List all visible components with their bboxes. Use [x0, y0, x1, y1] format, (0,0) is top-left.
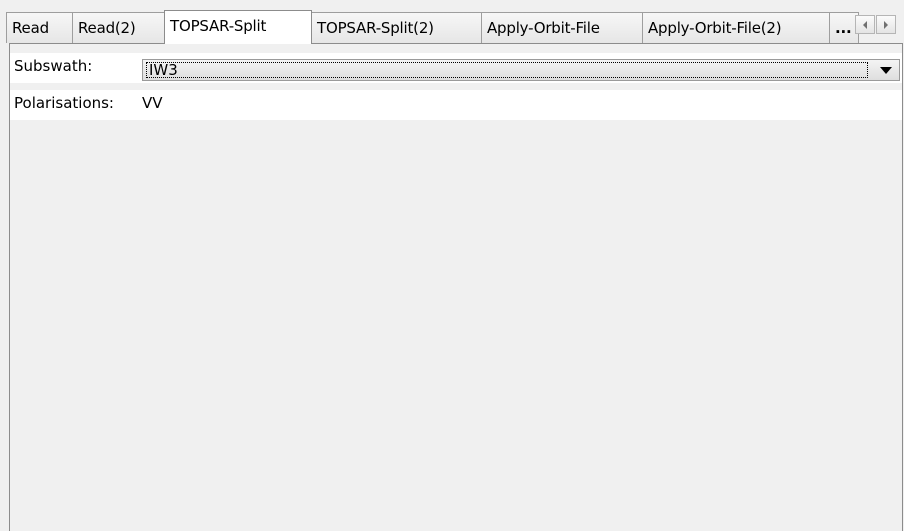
subswath-selected-value: IW3 [146, 62, 868, 78]
subswath-row: Subswath: IW3 [10, 53, 902, 83]
tab-topsar-split[interactable]: TOPSAR-Split [164, 10, 312, 44]
tab-topsar-split-2[interactable]: TOPSAR-Split(2) [311, 12, 482, 43]
chevron-right-icon [884, 20, 888, 29]
chevron-down-icon [880, 66, 892, 74]
chevron-left-icon [863, 20, 867, 29]
graph-builder-panel: Read Read(2) TOPSAR-Split TOPSAR-Split(2… [0, 0, 904, 531]
polarisations-label: Polarisations: [14, 94, 114, 112]
tab-apply-orbit-file-2[interactable]: Apply-Orbit-File(2) [642, 12, 830, 43]
subswath-dropdown-button[interactable] [873, 60, 899, 80]
tab-apply-orbit-file[interactable]: Apply-Orbit-File [481, 12, 643, 43]
polarisations-row: Polarisations: VV [10, 90, 902, 120]
polarisations-value[interactable]: VV [142, 94, 163, 112]
tab-scroll-right-button[interactable] [876, 15, 896, 34]
tab-content-panel: Subswath: IW3 Polarisations: VV [9, 43, 903, 531]
tab-strip: Read Read(2) TOPSAR-Split TOPSAR-Split(2… [6, 10, 904, 44]
tab-scroll-buttons [855, 15, 897, 34]
subswath-select[interactable]: IW3 [142, 59, 900, 81]
subswath-label: Subswath: [14, 57, 93, 75]
tab-scroll-left-button[interactable] [855, 15, 875, 34]
tab-read[interactable]: Read [6, 12, 73, 43]
tab-read-2[interactable]: Read(2) [72, 12, 165, 43]
